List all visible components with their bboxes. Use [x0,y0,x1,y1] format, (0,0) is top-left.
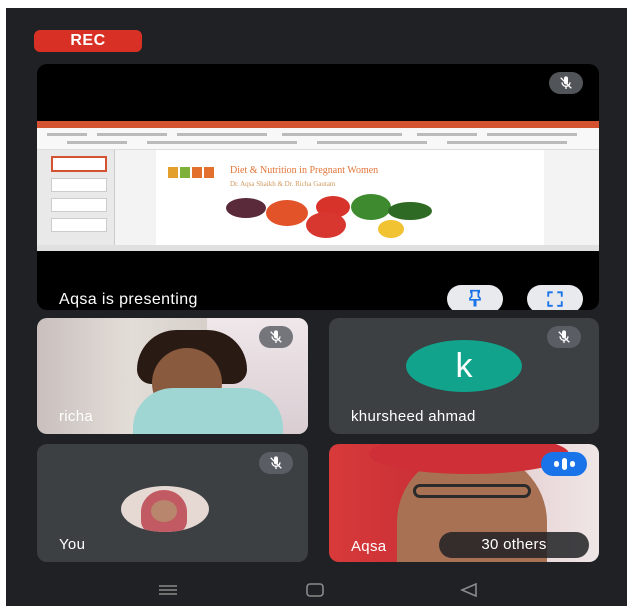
avatar [121,486,209,532]
participant-name: khursheed ahmad [351,408,476,425]
mic-off-icon [259,452,293,474]
meet-screen: REC Diet & Nutrition in Pregnant Women D… [6,8,627,606]
pin-button[interactable] [447,285,503,310]
fullscreen-button[interactable] [527,285,583,310]
presenter-label: Aqsa is presenting [59,291,198,308]
mic-off-icon [547,326,581,348]
mic-off-icon [549,72,583,94]
participant-name: richa [59,408,94,425]
recording-badge: REC [34,30,142,52]
avatar: k [406,340,522,392]
ppt-title-bar [37,121,599,128]
vegetable-image [226,198,266,218]
slide-authors: Dr. Aqsa Shaikh & Dr. Richa Gautam [230,180,336,188]
participant-tile-aqsa[interactable]: Aqsa 30 others [329,444,599,562]
presentation-tile[interactable]: Diet & Nutrition in Pregnant Women Dr. A… [37,64,599,310]
pin-icon [469,289,481,307]
home-icon[interactable] [304,582,326,598]
slide-title: Diet & Nutrition in Pregnant Women [230,165,379,176]
participant-tile-richa[interactable]: richa [37,318,308,434]
ppt-status-bar [37,245,599,251]
participant-name: Aqsa [351,538,387,555]
back-icon[interactable] [458,582,480,598]
ppt-ribbon [37,128,599,150]
current-slide: Diet & Nutrition in Pregnant Women Dr. A… [156,150,544,246]
menu-icon[interactable] [156,582,180,598]
navigation-bar [6,574,627,606]
participant-tile-khursheed[interactable]: k khursheed ahmad [329,318,599,434]
speaking-indicator-icon [541,452,587,476]
shared-screen: Diet & Nutrition in Pregnant Women Dr. A… [37,121,599,251]
slide-thumbnails [37,150,115,245]
participant-tile-you[interactable]: You [37,444,308,562]
participant-name: You [59,536,86,553]
fullscreen-icon [547,291,563,307]
others-button[interactable]: 30 others [439,532,589,558]
mic-off-icon [259,326,293,348]
